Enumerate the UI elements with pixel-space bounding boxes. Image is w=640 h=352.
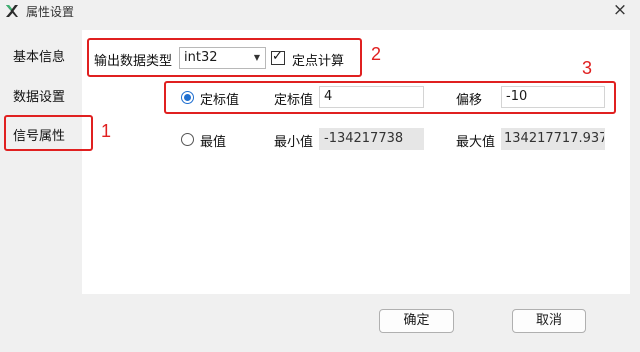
annotation-box-2 [87, 38, 362, 77]
annotation-box-3 [164, 81, 616, 114]
window-title: 属性设置 [26, 5, 75, 19]
ok-button[interactable]: 确定 [379, 309, 454, 333]
radio-min-max[interactable] [181, 133, 194, 146]
annotation-number-2: 2 [371, 44, 382, 64]
sidebar-item-data-settings[interactable]: 数据设置 [13, 86, 65, 105]
close-icon[interactable]: × [608, 0, 632, 22]
sidebar-item-basic-info[interactable]: 基本信息 [13, 46, 65, 65]
min-value-field: -134217738 [319, 128, 424, 150]
max-value-field: 134217717.9375 [501, 128, 605, 150]
max-value-label: 最大值 [456, 135, 496, 150]
annotation-box-1 [4, 115, 93, 151]
app-logo-icon [6, 5, 18, 17]
radio-min-max-label: 最值 [200, 135, 227, 150]
annotation-number-1: 1 [101, 121, 112, 141]
cancel-button[interactable]: 取消 [512, 309, 586, 333]
title-bar: 属性设置 × [0, 0, 640, 24]
min-value-label: 最小值 [274, 135, 314, 150]
annotation-number-3: 3 [582, 58, 593, 78]
